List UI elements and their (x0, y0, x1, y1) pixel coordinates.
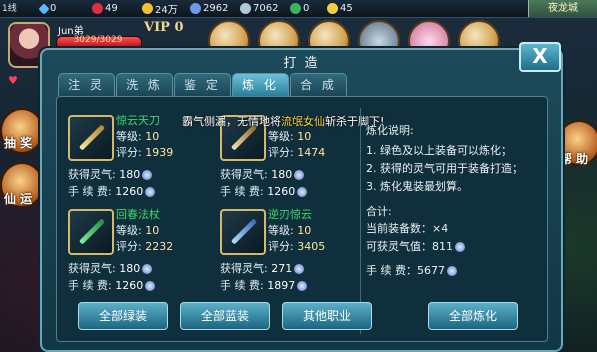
tab-smelt[interactable]: 炼 化 (232, 73, 289, 96)
item-name: 回春法杖 (116, 208, 160, 221)
item-gain: 获得灵气: 271 (220, 260, 305, 276)
item-gain: 获得灵气: 180 (220, 166, 305, 182)
tab-refine[interactable]: 洗 炼 (116, 73, 173, 96)
spirit-coin-icon (294, 264, 305, 274)
rules-title: 炼化说明: (366, 124, 414, 137)
heart-icon: ♥ (8, 74, 18, 87)
diamond-value: 0 (50, 3, 57, 14)
gold-counter: 24万 (142, 1, 178, 16)
moon-icon (327, 3, 338, 14)
spirit-coin-icon (455, 242, 465, 252)
other-class-button[interactable]: 其他职业 (282, 302, 372, 330)
green-coin-icon (290, 3, 301, 14)
honor-counter: 7062 (240, 1, 278, 16)
staff-icon[interactable] (68, 209, 114, 255)
item-level: 等级: 10 (268, 224, 312, 237)
green-coin-value: 0 (303, 3, 310, 14)
gold-icon (142, 3, 153, 14)
help-label: 帮 助 (560, 152, 589, 166)
item-name: 逆刃惊云 (268, 208, 312, 221)
tab-appraise[interactable]: 鉴 定 (174, 73, 231, 96)
green-coin-counter: 0 (290, 1, 309, 16)
rule-line: 1. 绿色及以上装备可以炼化； (366, 144, 512, 157)
coin-icon (297, 281, 308, 291)
item-fee: 手 续 费: 1897 (220, 277, 308, 293)
tab-combine[interactable]: 合 成 (290, 73, 347, 96)
hp-text: 3029/3029 (73, 35, 123, 45)
spirit-coin-icon (142, 170, 153, 180)
equipment-card[interactable]: 回春法杖 等级: 10 评分: 2232 获得灵气: 180 手 续 费: 12… (60, 204, 210, 296)
close-button[interactable]: X (519, 42, 561, 72)
item-level: 等级: 10 (116, 224, 160, 237)
coin-icon (145, 187, 156, 197)
item-score: 评分: 1939 (116, 146, 174, 159)
panel-title: 打 造 (283, 56, 320, 71)
lottery-label: 抽 奖 (4, 136, 33, 150)
server-line[interactable]: 1线 (2, 1, 17, 14)
diamond-counter: 0 (38, 1, 57, 16)
blue-coin-value: 2962 (203, 3, 229, 14)
item-score: 评分: 3405 (268, 240, 326, 253)
smelt-all-button[interactable]: 全部炼化 (428, 302, 518, 330)
red-gem-value: 49 (105, 3, 118, 14)
spirit-coin-icon (294, 170, 305, 180)
red-gem-counter: 49 (92, 1, 118, 16)
gold-value: 24万 (155, 5, 178, 16)
item-level: 等级: 10 (268, 130, 312, 143)
item-name: 惊云天刀 (116, 114, 160, 127)
equip-count: 当前装备数：×4 (366, 222, 449, 235)
city-name[interactable]: 夜龙城 (528, 0, 597, 17)
total-gain: 可获灵气值：811 (366, 238, 465, 254)
fortune-label: 仙 运 (4, 192, 33, 206)
item-fee: 手 续 费: 1260 (68, 183, 156, 199)
total-label: 合计: (366, 205, 392, 218)
blue-coin-icon (190, 3, 201, 14)
coin-icon (447, 266, 457, 276)
forge-tabs: 注 灵 洗 炼 鉴 定 炼 化 合 成 (58, 73, 347, 96)
select-all-blue-button[interactable]: 全部蓝装 (180, 302, 270, 330)
column-divider (360, 108, 361, 334)
moon-value: 45 (340, 3, 353, 14)
blue-coin-counter: 2962 (190, 1, 228, 16)
honor-value: 7062 (253, 3, 279, 14)
spirit-coin-icon (142, 264, 153, 274)
red-gem-icon (92, 3, 103, 14)
select-all-green-button[interactable]: 全部绿装 (78, 302, 168, 330)
item-score: 评分: 1474 (268, 146, 326, 159)
item-gain: 获得灵气: 180 (68, 166, 153, 182)
rule-line: 2. 获得的灵气可用于装备打造； (366, 162, 523, 175)
total-fee: 手 续 费：5677 (366, 262, 457, 278)
item-fee: 手 续 费: 1260 (68, 277, 156, 293)
sword-icon[interactable] (220, 209, 266, 255)
honor-icon (240, 3, 251, 14)
coin-icon (297, 187, 308, 197)
coin-icon (145, 281, 156, 291)
tab-inject[interactable]: 注 灵 (58, 73, 115, 96)
item-level: 等级: 10 (116, 130, 160, 143)
item-score: 评分: 2232 (116, 240, 174, 253)
blade-icon[interactable] (68, 115, 114, 161)
item-fee: 手 续 费: 1260 (220, 183, 308, 199)
system-broadcast: 霸气侧漏，无情地将流氓女仙斩杀于脚下! (182, 115, 385, 128)
equipment-card[interactable]: 逆刃惊云 等级: 10 评分: 3405 获得灵气: 271 手 续 费: 18… (212, 204, 362, 296)
rule-line: 3. 炼化鬼装最划算。 (366, 180, 468, 193)
item-gain: 获得灵气: 180 (68, 260, 153, 276)
vip-badge[interactable]: VIP 0 (144, 20, 184, 35)
moon-counter: 45 (327, 1, 353, 16)
diamond-icon (38, 2, 50, 15)
